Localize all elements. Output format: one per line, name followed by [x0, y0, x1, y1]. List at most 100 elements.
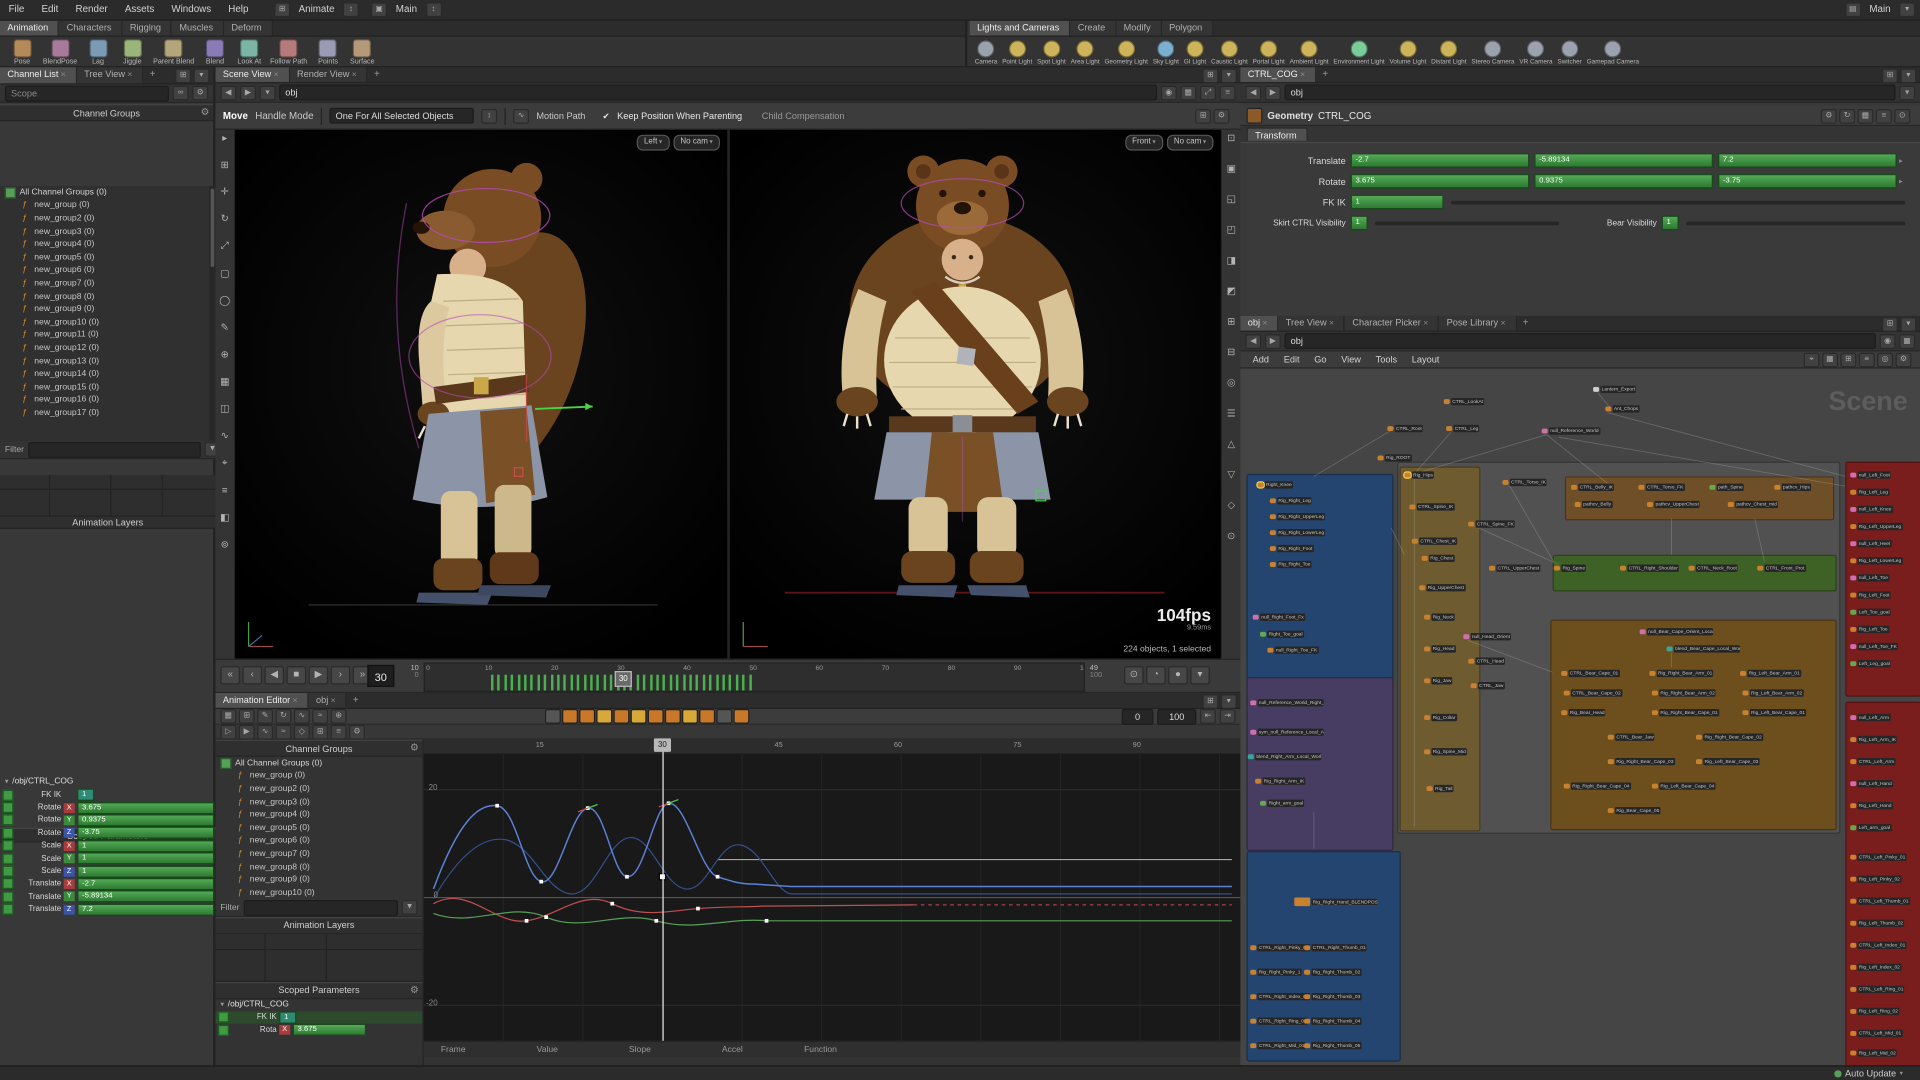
shelf-tool[interactable]: Area Light — [1068, 39, 1102, 67]
parameter-value[interactable]: 1 — [77, 839, 215, 852]
range-field-end[interactable]: 100 — [1157, 708, 1197, 725]
current-frame-marker[interactable]: 30 — [614, 671, 632, 687]
shelf-tab[interactable]: Polygon — [1161, 20, 1214, 36]
keyframe-indicator[interactable] — [2, 903, 14, 915]
grid-icon[interactable]: ▦ — [1899, 333, 1916, 349]
network-toolbar-icon[interactable]: ⊞ — [1840, 352, 1857, 368]
network-node[interactable]: CTRL_Right_Ring_01 — [1250, 1017, 1308, 1025]
chevron-down-icon[interactable]: ▾ — [1900, 1070, 1903, 1077]
shelf-tool[interactable]: Points — [311, 38, 345, 67]
network-node[interactable]: Rig_Right_Foot — [1269, 544, 1314, 552]
viewport-tool-icon[interactable]: ◨ — [1227, 255, 1236, 266]
viewport-left[interactable]: Left No cam — [235, 129, 728, 659]
keyframe-tick[interactable] — [583, 674, 587, 691]
network-node[interactable]: CTRL_Right_Mid_01 — [1250, 1042, 1306, 1049]
keyframe-indicator[interactable] — [217, 1024, 229, 1036]
keyframe-indicator[interactable] — [217, 1011, 229, 1023]
transform-folder-tab[interactable]: Transform — [1246, 127, 1308, 141]
network-node[interactable]: null_Left_Toe_FK — [1850, 642, 1899, 650]
bear-visibility-field[interactable]: 1 — [1661, 215, 1679, 231]
new-tab-button[interactable]: + — [347, 693, 365, 708]
viewport-tool-icon[interactable]: ⤢ — [221, 240, 229, 252]
view-selector[interactable]: Front — [1124, 134, 1163, 151]
shelf-tool[interactable]: GI Light — [1181, 39, 1208, 67]
shelf-tab[interactable]: Characters — [59, 20, 123, 36]
back-icon[interactable]: ◀ — [1245, 333, 1262, 349]
pane-tab[interactable]: obj — [308, 693, 347, 708]
scoped-parameter-row[interactable]: Scale X 1 — [0, 839, 216, 852]
network-node[interactable]: Rig_Right_Thumb_03 — [1304, 993, 1362, 1000]
network-node[interactable]: Rig_Left_Mid_02 — [1850, 1049, 1898, 1057]
network-node[interactable]: Left_Leg_goal — [1850, 660, 1892, 667]
nav-icons[interactable]: ⇥ — [1219, 708, 1236, 724]
network-node[interactable]: Rig_Left_Pinky_02 — [1850, 875, 1902, 883]
network-menu-item[interactable]: Tools — [1368, 351, 1404, 368]
shelf-tab[interactable]: Modify — [1116, 20, 1162, 36]
keyframe-indicator[interactable] — [2, 853, 14, 865]
scoped-parameter-row[interactable]: Translate Y -5.89134 — [0, 890, 216, 903]
keyframe-tick[interactable] — [610, 674, 613, 691]
forward-icon[interactable]: ▶ — [240, 85, 256, 100]
network-node[interactable]: null_Left_Arm — [1850, 713, 1891, 721]
network-node[interactable]: Rig_Left_Bear_Cape_03 — [1695, 757, 1760, 765]
forward-icon[interactable]: ▶ — [1264, 333, 1281, 349]
ladder-arrow-icon[interactable]: ▸ — [1899, 156, 1903, 164]
channel-group-item[interactable]: new_group2 (0) — [0, 212, 216, 225]
forward-icon[interactable]: ▶ — [1264, 85, 1281, 100]
channel-group-item[interactable]: new_group9 (0) — [216, 873, 423, 886]
network-node[interactable]: CTRL_Spine_FK — [1468, 520, 1516, 528]
ladder-arrow-icon[interactable]: ▸ — [1899, 177, 1903, 185]
channel-group-item[interactable]: new_group17 (0) — [0, 407, 216, 420]
viewport-tool-icon[interactable]: ⊞ — [221, 159, 229, 170]
network-node[interactable]: Rig_Chest — [1421, 554, 1455, 562]
viewport-tool-icon[interactable]: ◇ — [1227, 500, 1235, 511]
parameter-value[interactable]: 0.9375 — [77, 814, 215, 827]
network-node[interactable]: CTRL_Neck_Root — [1688, 564, 1739, 572]
pane-tab[interactable]: Character Picker — [1345, 315, 1440, 331]
channel-group-item[interactable]: new_group10 (0) — [0, 316, 216, 329]
network-node[interactable]: Rig_Right_Leg — [1269, 497, 1313, 504]
keyframe-tick[interactable] — [603, 674, 606, 691]
viewport-right[interactable]: Front No cam 104fps 9.59ms 224 objects, … — [729, 129, 1221, 659]
viewport-tool-icon[interactable]: ▣ — [1227, 163, 1236, 174]
range-field-start[interactable]: 0 — [1121, 708, 1154, 725]
viewport-tool-icon[interactable]: ▢ — [220, 268, 229, 279]
viewport-tool-icon[interactable]: ∿ — [221, 430, 229, 441]
network-node[interactable]: CTRL_Leg — [1446, 424, 1480, 432]
scene-path-field[interactable]: obj — [279, 84, 1158, 101]
keyframe-tick[interactable] — [669, 674, 672, 691]
network-node[interactable]: Rig_Left_Thumb_02 — [1850, 919, 1905, 927]
network-node[interactable]: null_Left_Hand — [1850, 780, 1893, 787]
pane-menu-icon[interactable]: ⊞ — [1202, 68, 1219, 84]
parameter-value[interactable]: -3.75 — [77, 826, 215, 840]
network-toolbar-icon[interactable]: ⚙ — [1895, 352, 1912, 368]
network-node[interactable]: Rig_Left_Foot — [1850, 591, 1891, 599]
channel-group-item[interactable]: new_group16 (0) — [0, 394, 216, 407]
checkbox[interactable] — [4, 187, 16, 199]
keyframe-tick[interactable] — [722, 674, 725, 691]
key-toggle-button[interactable] — [630, 708, 647, 724]
keyframe-tick[interactable] — [662, 674, 666, 691]
expand-icon[interactable]: ⤢ — [1200, 85, 1216, 100]
keyframe-tick[interactable] — [596, 674, 600, 691]
shelf-tool[interactable]: Follow Path — [266, 38, 310, 67]
pin-icon[interactable]: ◉ — [1160, 85, 1177, 100]
keyframe-tick[interactable] — [550, 674, 553, 691]
anim-toolbar-icon[interactable]: ◇ — [293, 724, 310, 739]
channel-group-item[interactable]: new_group14 (0) — [0, 368, 216, 381]
key-toggle-button[interactable] — [716, 708, 733, 724]
bookmark-icon[interactable]: ◉ — [1879, 333, 1896, 349]
shelf-tool[interactable]: Lag — [81, 38, 115, 67]
network-node[interactable]: pathcv_Hips — [1774, 483, 1812, 491]
network-node[interactable]: null_Bear_Cape_Orient_Local — [1639, 628, 1714, 635]
network-node[interactable]: Rig_Right_Pinky_1 — [1250, 968, 1302, 976]
network-node[interactable]: CTRL_Front_Prot — [1757, 564, 1806, 572]
keyframe-tick[interactable] — [702, 674, 706, 691]
network-menu-item[interactable]: Edit — [1276, 351, 1307, 368]
parameter-value[interactable]: 1 — [77, 865, 215, 878]
channel-group-item[interactable]: new_group (0) — [0, 199, 216, 212]
network-node[interactable]: CTRL_Belly_IK — [1571, 483, 1615, 491]
keyframe-tick[interactable] — [709, 674, 712, 691]
camera-selector[interactable]: No cam — [673, 134, 721, 151]
network-node[interactable]: Rig_Right_Thumb_04 — [1304, 1017, 1362, 1025]
